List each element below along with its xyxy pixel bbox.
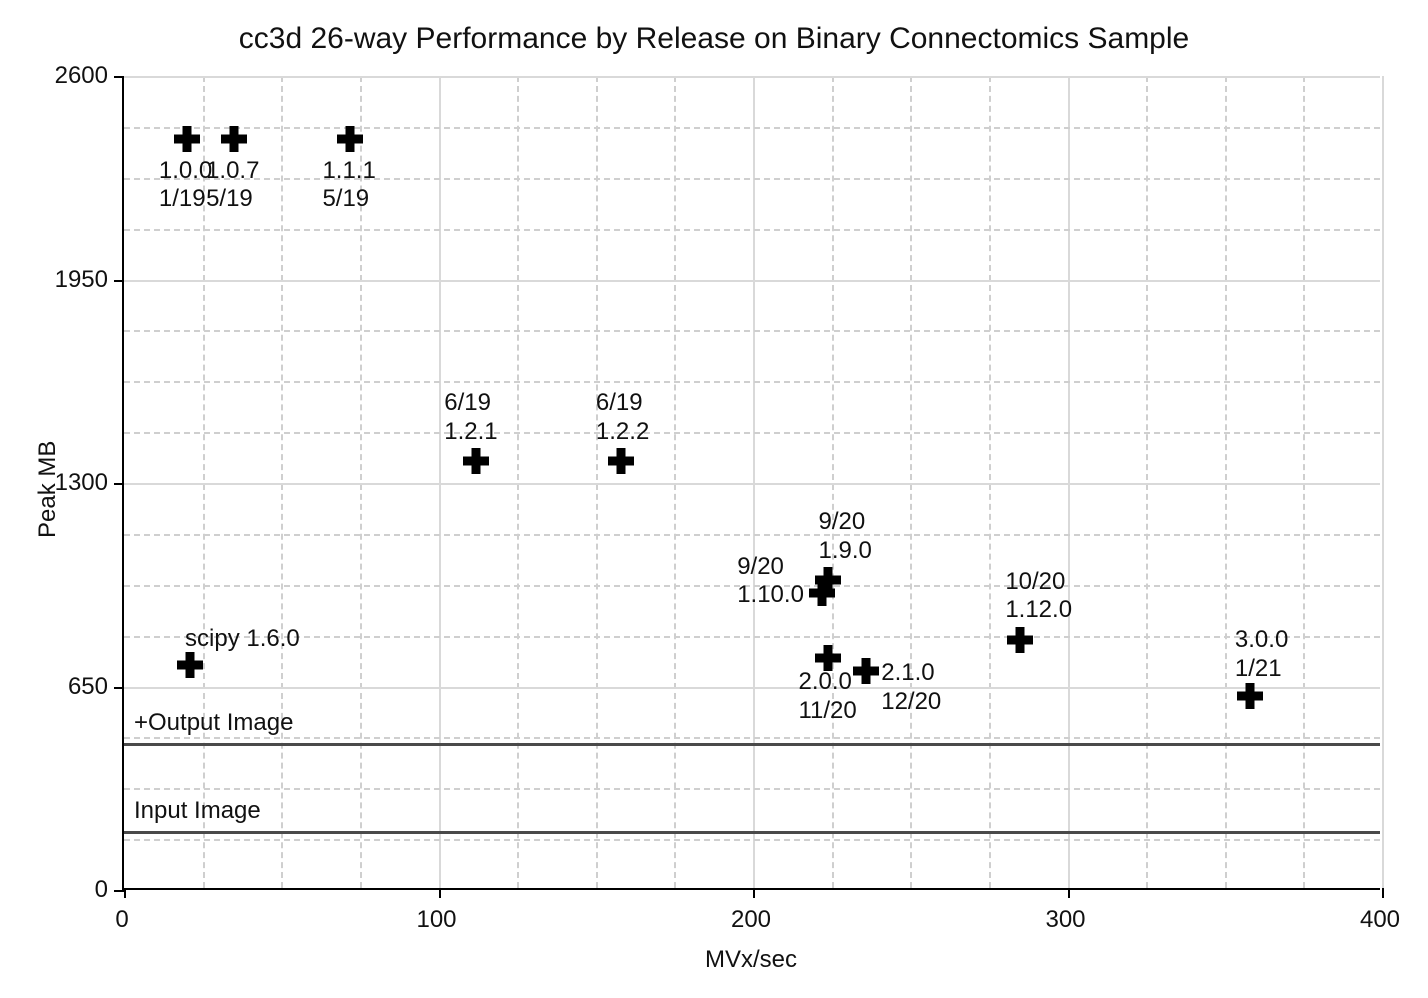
gridline-v-minor bbox=[1146, 76, 1148, 888]
gridline-h-minor bbox=[124, 788, 1380, 790]
data-point-label: 9/20 1.9.0 bbox=[818, 508, 871, 566]
data-point bbox=[809, 580, 835, 606]
gridline-h bbox=[124, 76, 1380, 78]
data-point bbox=[221, 126, 247, 152]
data-point bbox=[337, 126, 363, 152]
gridline-h-minor bbox=[124, 229, 1380, 231]
reference-line bbox=[124, 743, 1380, 746]
data-point-label: 6/19 1.2.2 bbox=[596, 389, 649, 447]
data-point bbox=[177, 652, 203, 678]
gridline-v bbox=[753, 76, 755, 888]
gridline-h-minor bbox=[124, 737, 1380, 739]
data-point-label: 3.0.0 1/21 bbox=[1235, 626, 1288, 684]
data-point bbox=[174, 126, 200, 152]
data-point-label: 1.0.0 1/19 bbox=[159, 157, 212, 215]
y-tick bbox=[114, 76, 124, 78]
y-tick bbox=[114, 280, 124, 282]
chart-title: cc3d 26-way Performance by Release on Bi… bbox=[0, 22, 1428, 56]
gridline-h bbox=[124, 687, 1380, 689]
y-tick bbox=[114, 687, 124, 689]
gridline-h-minor bbox=[124, 839, 1380, 841]
gridline-v-minor bbox=[1303, 76, 1305, 888]
y-tick-label: 1300 bbox=[55, 469, 108, 497]
y-tick-label: 0 bbox=[95, 876, 108, 904]
gridline-v-minor bbox=[517, 76, 519, 888]
data-point bbox=[853, 658, 879, 684]
data-point-label: 6/19 1.2.1 bbox=[444, 389, 497, 447]
data-point-label: 2.1.0 12/20 bbox=[881, 659, 941, 717]
x-tick bbox=[753, 888, 755, 898]
x-tick-label: 200 bbox=[731, 906, 771, 934]
gridline-v-minor bbox=[989, 76, 991, 888]
x-tick-label: 300 bbox=[1045, 906, 1085, 934]
x-tick bbox=[1068, 888, 1070, 898]
x-tick bbox=[1382, 888, 1384, 898]
data-point bbox=[608, 448, 634, 474]
gridline-h-minor bbox=[124, 636, 1380, 638]
reference-line bbox=[124, 831, 1380, 834]
y-tick bbox=[114, 890, 124, 892]
reference-line-label: +Output Image bbox=[134, 709, 293, 738]
data-point-label: scipy 1.6.0 bbox=[185, 625, 300, 654]
gridline-v bbox=[1068, 76, 1070, 888]
x-tick-label: 0 bbox=[115, 906, 128, 934]
gridline-h-minor bbox=[124, 330, 1380, 332]
data-point-label: 1.1.1 5/19 bbox=[322, 157, 375, 215]
x-tick bbox=[439, 888, 441, 898]
x-tick bbox=[124, 888, 126, 898]
data-point bbox=[1007, 627, 1033, 653]
chart-figure: cc3d 26-way Performance by Release on Bi… bbox=[0, 0, 1428, 998]
data-point bbox=[1237, 683, 1263, 709]
gridline-h bbox=[124, 483, 1380, 485]
x-tick-label: 400 bbox=[1360, 906, 1400, 934]
plot-area: Input Image +Output Image 1.0.0 1/191.0.7 … bbox=[122, 76, 1380, 890]
x-tick-label: 100 bbox=[416, 906, 456, 934]
y-tick-label: 650 bbox=[68, 673, 108, 701]
y-tick-label: 2600 bbox=[55, 62, 108, 90]
gridline-v bbox=[439, 76, 441, 888]
data-point-label: 1.0.7 5/19 bbox=[206, 157, 259, 215]
data-point-label: 10/20 1.12.0 bbox=[1005, 568, 1072, 626]
y-tick bbox=[114, 483, 124, 485]
gridline-h-minor bbox=[124, 432, 1380, 434]
data-point bbox=[463, 448, 489, 474]
gridline-h bbox=[124, 280, 1380, 282]
x-axis-label: MVx/sec bbox=[122, 946, 1380, 974]
gridline-h-minor bbox=[124, 381, 1380, 383]
gridline-h-minor bbox=[124, 127, 1380, 129]
reference-line-label: Input Image bbox=[134, 797, 261, 826]
gridline-v bbox=[1382, 76, 1384, 888]
gridline-v-minor bbox=[910, 76, 912, 888]
y-tick-label: 1950 bbox=[55, 266, 108, 294]
data-point-label: 2.0.0 11/20 bbox=[798, 668, 856, 726]
gridline-v-minor bbox=[1225, 76, 1227, 888]
gridline-v-minor bbox=[832, 76, 834, 888]
gridline-h-minor bbox=[124, 534, 1380, 536]
data-point-label: 9/20 1.10.0 bbox=[737, 553, 804, 611]
gridline-h-minor bbox=[124, 178, 1380, 180]
gridline-v-minor bbox=[596, 76, 598, 888]
gridline-v-minor bbox=[281, 76, 283, 888]
gridline-v-minor bbox=[674, 76, 676, 888]
